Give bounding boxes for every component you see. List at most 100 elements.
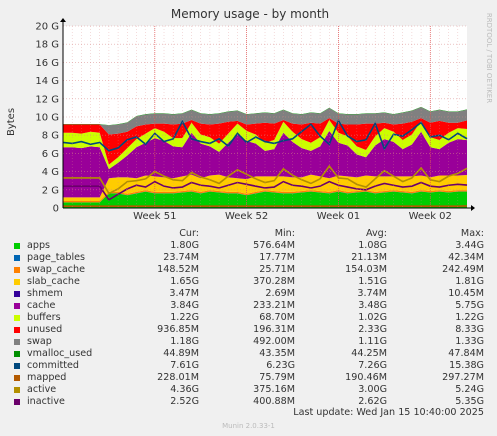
legend-series-name: cache [27,300,56,311]
legend-max-value: 242.49M [442,264,484,275]
legend-series-name: vmalloc_used [27,348,93,359]
legend-series-name: swap_cache [27,264,86,275]
legend-min-value: 2.69M [265,288,295,299]
legend-swatch [14,327,20,333]
legend-max-value: 15.38G [449,360,484,371]
x-tick-label: Week 02 [409,211,452,222]
y-axis-arrow [60,18,66,22]
legend-avg-value: 3.00G [358,384,387,395]
legend-min-value: 370.28M [253,276,295,287]
legend-series-name: active [27,384,57,395]
legend-min-value: 492.00M [253,336,295,347]
legend-row: swap_cache 148.52M 25.71M 154.03M 242.49M [0,264,497,276]
x-tick-label: Week 01 [317,211,360,222]
legend-swatch [14,339,20,345]
legend-row: cache 3.84G 233.21M 3.48G 5.75G [0,300,497,312]
chart-title: Memory usage - by month [171,7,329,21]
y-tick-label: 20 G [35,22,59,33]
legend-row: unused 936.85M 196.31M 2.33G 8.33G [0,324,497,336]
legend-swatch [14,279,20,285]
legend-cur-value: 936.85M [157,324,199,335]
legend-min-value: 576.64M [253,240,295,251]
y-tick-label: 6 G [42,149,59,160]
legend-header: Cur: Min: Avg: Max: [0,228,497,240]
legend-max-value: 47.84M [448,348,484,359]
footer-version: Munin 2.0.33-1 [222,422,275,430]
y-tick-label: 8 G [42,131,59,142]
legend-row: shmem 3.47M 2.69M 3.74M 10.45M [0,288,497,300]
legend-avg-value: 1.02G [358,312,387,323]
legend-min-value: 43.35M [259,348,295,359]
y-tick-label: 16 G [35,58,59,69]
legend-rows: apps 1.80G 576.64M 1.08G 3.44G page_tables 23.… [0,240,497,408]
legend-cur-value: 7.61G [170,360,199,371]
legend-max-value: 5.24G [455,384,484,395]
y-axis-label: Bytes [6,108,17,136]
legend-swatch [14,351,20,357]
legend-min-value: 400.88M [253,396,295,407]
legend-row: buffers 1.22G 68.70M 1.02G 1.22G [0,312,497,324]
legend-max-value: 3.44G [455,240,484,251]
legend-avg-value: 7.26G [358,360,387,371]
y-tick-label: 2 G [42,185,59,196]
legend-avg-value: 44.25M [351,348,387,359]
legend-series-name: mapped [27,372,67,383]
y-tick-label: 4 G [42,167,59,178]
legend-series-name: slab_cache [27,276,80,287]
legend-min-value: 68.70M [259,312,295,323]
legend-swatch [14,375,20,381]
y-tick-label: 10 G [35,113,59,124]
legend-max-value: 1.33G [455,336,484,347]
legend-max-value: 1.81G [455,276,484,287]
legend-series-name: inactive [27,396,65,407]
legend-max-value: 8.33G [455,324,484,335]
legend-series-name: apps [27,240,51,251]
legend-cur-value: 1.22G [170,312,199,323]
legend-row: mapped 228.01M 75.79M 190.46M 297.27M [0,372,497,384]
legend-avg-value: 154.03M [345,264,387,275]
legend-swatch [14,267,20,273]
x-tick-label: Week 52 [225,211,268,222]
legend-min-value: 233.21M [253,300,295,311]
y-tick-label: 14 G [35,76,59,87]
legend-cur-value: 1.18G [170,336,199,347]
legend-series-name: committed [27,360,80,371]
legend-avg-value: 190.46M [345,372,387,383]
legend-row: committed 7.61G 6.23G 7.26G 15.38G [0,360,497,372]
legend-min-value: 375.16M [253,384,295,395]
legend-min-value: 25.71M [259,264,295,275]
legend-header-min: Min: [274,228,295,239]
legend-avg-value: 2.33G [358,324,387,335]
legend-avg-value: 1.51G [358,276,387,287]
legend-header-avg: Avg: [365,228,387,239]
legend-max-value: 42.34M [448,252,484,263]
legend-avg-value: 1.08G [358,240,387,251]
last-update: Last update: Wed Jan 15 10:40:00 2025 [293,407,484,418]
legend-cur-value: 1.80G [170,240,199,251]
y-tick-label: 0 [53,204,59,215]
x-tick-label: Week 51 [133,211,176,222]
legend-swatch [14,315,20,321]
legend-min-value: 17.77M [259,252,295,263]
legend-cur-value: 148.52M [157,264,199,275]
munin-graph: 0 2 G 4 G 6 G 8 G 10 G 12 G 14 G 16 G 18 G 20 G Wee… [0,0,497,436]
legend-cur-value: 3.47M [169,288,199,299]
legend-avg-value: 1.11G [358,336,387,347]
legend-min-value: 196.31M [253,324,295,335]
legend-header-cur: Cur: [179,228,199,239]
legend-max-value: 297.27M [442,372,484,383]
legend-avg-value: 3.74M [357,288,387,299]
legend-row: swap 1.18G 492.00M 1.11G 1.33G [0,336,497,348]
legend-swatch [14,399,20,405]
legend-min-value: 6.23G [266,360,295,371]
legend-header-max: Max: [460,228,484,239]
legend-swatch [14,243,20,249]
rrdtool-watermark: RRDTOOL / TOBI OETIKER [485,13,493,103]
legend-swatch [14,387,20,393]
legend-swatch [14,291,20,297]
legend-max-value: 5.75G [455,300,484,311]
legend-series-name: swap [27,336,52,347]
x-axis-arrow [471,205,475,211]
y-tick-label: 18 G [35,40,59,51]
chart-area: 0 2 G 4 G 6 G 8 G 10 G 12 G 14 G 16 G 18 G 20 G Wee… [6,7,493,222]
